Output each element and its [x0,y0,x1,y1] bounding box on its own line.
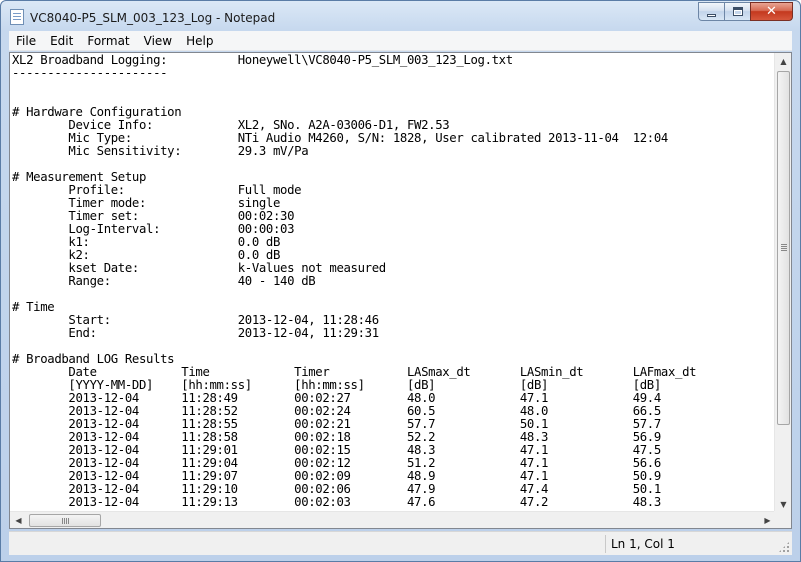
horizontal-scrollbar[interactable]: ◀ ▶ [10,511,776,528]
menu-edit[interactable]: Edit [43,31,80,51]
close-icon: ✕ [766,4,777,19]
title-bar[interactable]: VC8040-P5_SLM_003_123_Log - Notepad ✕ [1,1,800,31]
menu-file[interactable]: File [9,31,43,51]
close-button[interactable]: ✕ [750,2,793,21]
menu-help[interactable]: Help [179,31,220,51]
text-line [12,80,776,93]
minimize-button[interactable] [698,2,724,21]
scroll-left-icon[interactable]: ◀ [10,512,27,529]
scrollbar-corner [774,511,791,528]
menu-view[interactable]: View [137,31,179,51]
vertical-scrollbar[interactable]: ▲ ▼ [774,53,791,513]
text-line: Range: 40 - 140 dB [12,274,316,288]
maximize-button[interactable] [724,2,750,21]
text-editor[interactable]: XL2 Broadband Logging: Honeywell\VC8040-… [9,52,792,529]
window-title: VC8040-P5_SLM_003_123_Log - Notepad [30,11,276,25]
vertical-scroll-thumb[interactable] [777,71,790,425]
menu-bar: File Edit Format View Help [9,31,792,51]
text-line: 2013-12-04 11:29:13 00:02:03 47.6 47.2 4… [12,495,661,509]
status-divider [605,535,606,553]
document-text[interactable]: XL2 Broadband Logging: Honeywell\VC8040-… [10,53,776,513]
notepad-window: VC8040-P5_SLM_003_123_Log - Notepad ✕ Fi… [0,0,801,562]
menu-format[interactable]: Format [80,31,136,51]
notepad-icon[interactable] [10,9,24,25]
horizontal-scroll-thumb[interactable] [29,514,101,527]
text-line [12,288,776,301]
text-line: Mic Sensitivity: 29.3 mV/Pa [12,144,309,158]
text-line: ---------------------- [12,66,168,80]
window-controls: ✕ [698,2,793,21]
scroll-up-icon[interactable]: ▲ [775,53,792,70]
minimize-icon [707,14,716,17]
cursor-position: Ln 1, Col 1 [611,537,675,551]
status-bar: Ln 1, Col 1 [9,531,792,555]
resize-grip-icon[interactable] [778,541,790,553]
text-line: End: 2013-12-04, 11:29:31 [12,326,379,340]
maximize-icon [733,7,743,16]
